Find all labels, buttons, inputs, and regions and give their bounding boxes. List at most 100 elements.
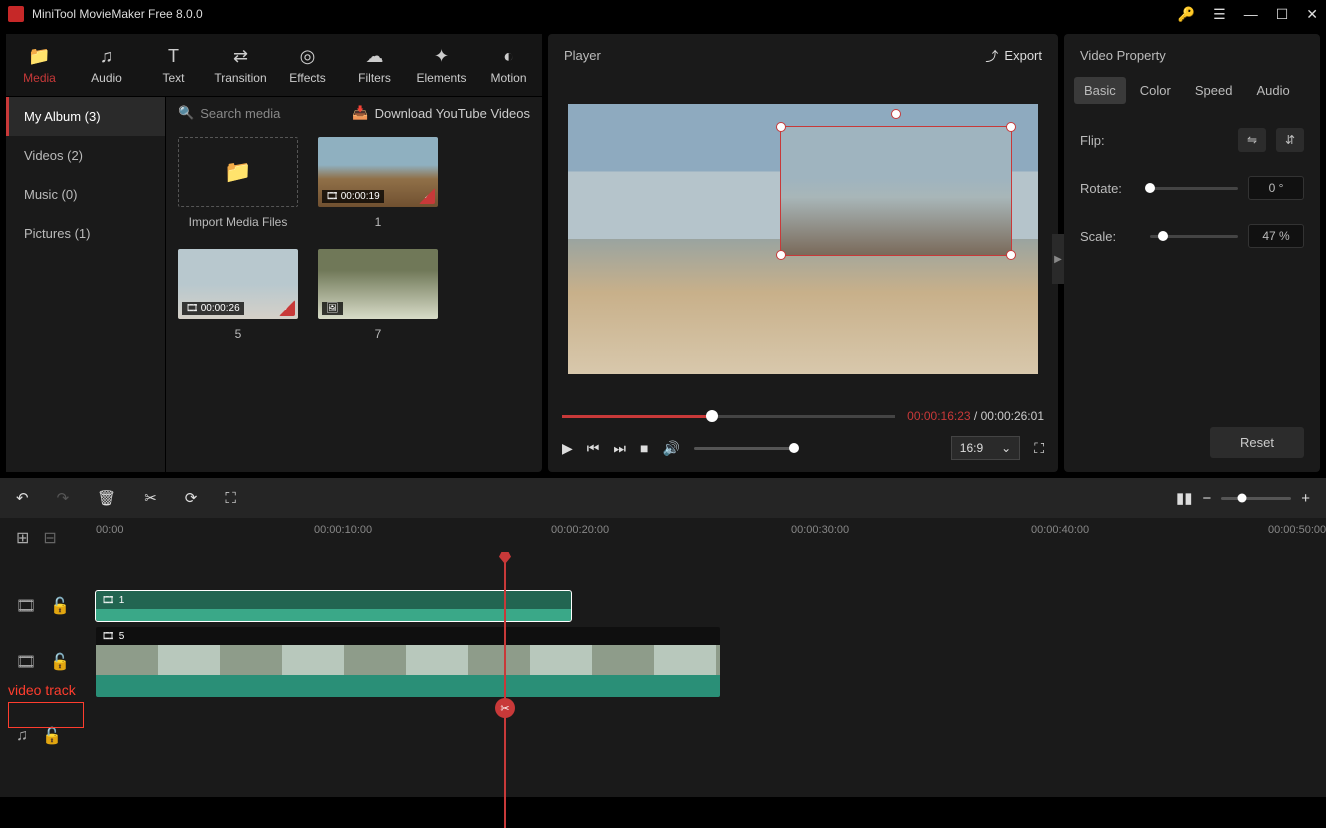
- tab-filters[interactable]: ☁Filters: [341, 34, 408, 96]
- thumb-label: 7: [375, 327, 382, 341]
- property-title: Video Property: [1064, 34, 1320, 77]
- media-panel: 📁Media ♫Audio TText ⇄Transition ◎Effects…: [6, 34, 542, 472]
- import-media-button[interactable]: 📁: [178, 137, 298, 207]
- media-thumb-7[interactable]: 🖼: [318, 249, 438, 319]
- volume-icon[interactable]: 🔊: [662, 440, 679, 457]
- next-button[interactable]: ⏭: [613, 440, 626, 457]
- download-youtube-link[interactable]: 📥 Download YouTube Videos: [352, 105, 530, 121]
- tab-media[interactable]: 📁Media: [6, 34, 73, 96]
- timeline-ruler[interactable]: 00:00 00:00:10:00 00:00:20:00 00:00:30:0…: [96, 518, 1326, 558]
- import-folder-icon: 📁: [224, 159, 251, 185]
- playhead[interactable]: ✂: [504, 558, 506, 828]
- timeline-clip-1[interactable]: 🎞1: [96, 591, 571, 621]
- tab-transition[interactable]: ⇄Transition: [207, 34, 274, 96]
- media-thumb-5[interactable]: 🎞00:00:26 ✓: [178, 249, 298, 319]
- lock-icon[interactable]: 🔓: [50, 652, 70, 672]
- film-icon: 🎞: [186, 303, 199, 314]
- filters-icon: ☁: [366, 46, 384, 67]
- menu-icon[interactable]: ☰: [1213, 6, 1226, 23]
- image-badge: 🖼: [322, 302, 343, 315]
- lock-icon[interactable]: 🔓: [50, 596, 70, 616]
- transition-icon: ⇄: [233, 46, 248, 67]
- seek-slider[interactable]: [562, 415, 895, 418]
- import-label: Import Media Files: [189, 215, 288, 229]
- flip-label: Flip:: [1080, 133, 1140, 148]
- volume-slider[interactable]: [694, 447, 794, 450]
- check-icon: ✓: [279, 300, 295, 316]
- film-icon: 🎞: [102, 595, 115, 606]
- media-thumb-1[interactable]: 🎞00:00:19 ✓: [318, 137, 438, 207]
- timeline-panel: ↶ ↷ 🗑 ✂ ⟳ ⛶ ▮▮ − + ⊞ ⊟ 00:00 00:00:10:00…: [0, 478, 1326, 797]
- expand-property-button[interactable]: ▶: [1052, 234, 1064, 284]
- property-tab-speed[interactable]: Speed: [1185, 77, 1243, 104]
- reset-button[interactable]: Reset: [1210, 427, 1304, 458]
- close-button[interactable]: ✕: [1306, 6, 1318, 23]
- zoom-out-button[interactable]: −: [1202, 490, 1211, 507]
- property-tab-color[interactable]: Color: [1130, 77, 1181, 104]
- lock-icon[interactable]: 🔓: [42, 726, 62, 746]
- redo-button[interactable]: ↷: [57, 489, 70, 507]
- zoom-in-button[interactable]: +: [1301, 490, 1310, 507]
- maximize-button[interactable]: ☐: [1276, 6, 1289, 23]
- rotate-value[interactable]: 0 °: [1248, 176, 1304, 200]
- chevron-down-icon: ⌄: [1001, 441, 1011, 455]
- tab-motion[interactable]: ◐Motion: [475, 34, 542, 96]
- thumb-label: 1: [375, 215, 382, 229]
- video-track-icon: 🎞: [16, 652, 36, 672]
- album-videos[interactable]: Videos (2): [6, 136, 165, 175]
- fullscreen-button[interactable]: ⛶: [1034, 440, 1044, 457]
- text-icon: T: [168, 46, 179, 67]
- snap-icon[interactable]: ▮▮: [1176, 489, 1193, 507]
- tab-audio[interactable]: ♫Audio: [73, 34, 140, 96]
- delete-button[interactable]: 🗑: [97, 489, 116, 507]
- annotation-box: [8, 702, 84, 728]
- minimize-button[interactable]: ―: [1244, 6, 1258, 22]
- speed-button[interactable]: ⟳: [185, 489, 198, 507]
- scale-slider[interactable]: [1150, 235, 1238, 238]
- aspect-select[interactable]: 16:9 ⌄: [951, 436, 1020, 460]
- album-my-album[interactable]: My Album (3): [6, 97, 165, 136]
- top-toolbar: 📁Media ♫Audio TText ⇄Transition ◎Effects…: [6, 34, 542, 97]
- image-icon: 🖼: [326, 303, 339, 314]
- pip-selection-box[interactable]: [780, 126, 1012, 256]
- scissors-icon[interactable]: ✂: [495, 698, 515, 718]
- timeline-clip-5[interactable]: 🎞5: [96, 627, 720, 697]
- search-input[interactable]: 🔍 Search media: [178, 105, 352, 121]
- duration-badge: 🎞00:00:19: [322, 190, 384, 203]
- flip-horizontal-button[interactable]: ⇋: [1238, 128, 1266, 152]
- motion-icon: ◐: [503, 46, 514, 67]
- rotate-slider[interactable]: [1150, 187, 1238, 190]
- download-icon: 📥: [352, 105, 368, 121]
- tab-effects[interactable]: ◎Effects: [274, 34, 341, 96]
- current-time: 00:00:16:23: [907, 409, 970, 423]
- stop-button[interactable]: ■: [640, 440, 648, 456]
- prev-button[interactable]: ⏮: [587, 440, 600, 457]
- key-icon[interactable]: 🔑: [1178, 6, 1195, 23]
- property-tab-audio[interactable]: Audio: [1246, 77, 1299, 104]
- music-icon: ♫: [100, 46, 114, 67]
- property-tab-basic[interactable]: Basic: [1074, 77, 1126, 104]
- property-panel: ▶ Video Property Basic Color Speed Audio…: [1064, 34, 1320, 472]
- search-icon: 🔍: [178, 105, 194, 121]
- film-icon: 🎞: [326, 191, 339, 202]
- preview-canvas[interactable]: [568, 104, 1038, 374]
- zoom-slider[interactable]: [1221, 497, 1291, 500]
- album-music[interactable]: Music (0): [6, 175, 165, 214]
- flip-vertical-button[interactable]: ⇵: [1276, 128, 1304, 152]
- collapse-tracks-button[interactable]: ⊟: [43, 528, 56, 548]
- export-icon: ⤴: [985, 46, 998, 65]
- app-logo: [8, 6, 24, 22]
- crop-button[interactable]: ⛶: [225, 490, 236, 507]
- play-button[interactable]: ▶: [562, 440, 573, 457]
- album-sidebar: My Album (3) Videos (2) Music (0) Pictur…: [6, 97, 166, 472]
- add-track-button[interactable]: ⊞: [16, 528, 29, 548]
- album-pictures[interactable]: Pictures (1): [6, 214, 165, 253]
- duration-badge: 🎞00:00:26: [182, 302, 244, 315]
- tab-text[interactable]: TText: [140, 34, 207, 96]
- split-button[interactable]: ✂: [144, 489, 157, 507]
- scale-value[interactable]: 47 %: [1248, 224, 1304, 248]
- tab-elements[interactable]: ✦Elements: [408, 34, 475, 96]
- video-track-icon: 🎞: [16, 596, 36, 616]
- export-button[interactable]: ⤴ Export: [985, 46, 1042, 65]
- undo-button[interactable]: ↶: [16, 489, 29, 507]
